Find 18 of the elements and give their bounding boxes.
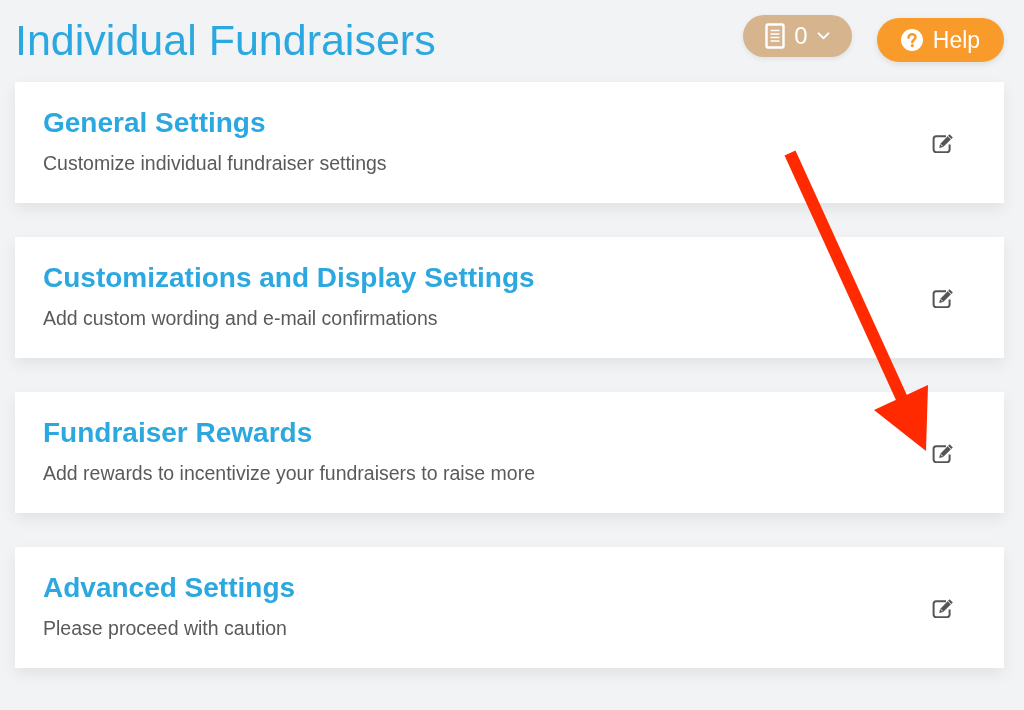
card-description: Please proceed with caution bbox=[43, 616, 287, 641]
edit-icon[interactable] bbox=[932, 287, 954, 308]
card-title[interactable]: Fundraiser Rewards bbox=[43, 416, 313, 450]
question-circle-icon bbox=[900, 29, 923, 51]
card-description: Add custom wording and e-mail confirmations bbox=[43, 306, 438, 331]
chevron-down-icon bbox=[816, 32, 830, 40]
help-button[interactable]: Help bbox=[877, 18, 1004, 62]
card-title[interactable]: Customizations and Display Settings bbox=[43, 261, 535, 295]
edit-icon[interactable] bbox=[932, 597, 954, 618]
document-icon bbox=[765, 23, 786, 49]
card-title[interactable]: Advanced Settings bbox=[43, 571, 296, 605]
card-description: Add rewards to incentivize your fundraisers to raise more bbox=[43, 461, 536, 486]
card-title[interactable]: General Settings bbox=[43, 106, 266, 140]
list-dropdown-button[interactable]: 0 bbox=[743, 15, 852, 57]
card-description: Customize individual fundraiser settings bbox=[43, 151, 387, 176]
edit-icon[interactable] bbox=[932, 132, 954, 153]
edit-icon[interactable] bbox=[932, 442, 954, 463]
page-title: Individual Fundraisers bbox=[15, 15, 436, 65]
